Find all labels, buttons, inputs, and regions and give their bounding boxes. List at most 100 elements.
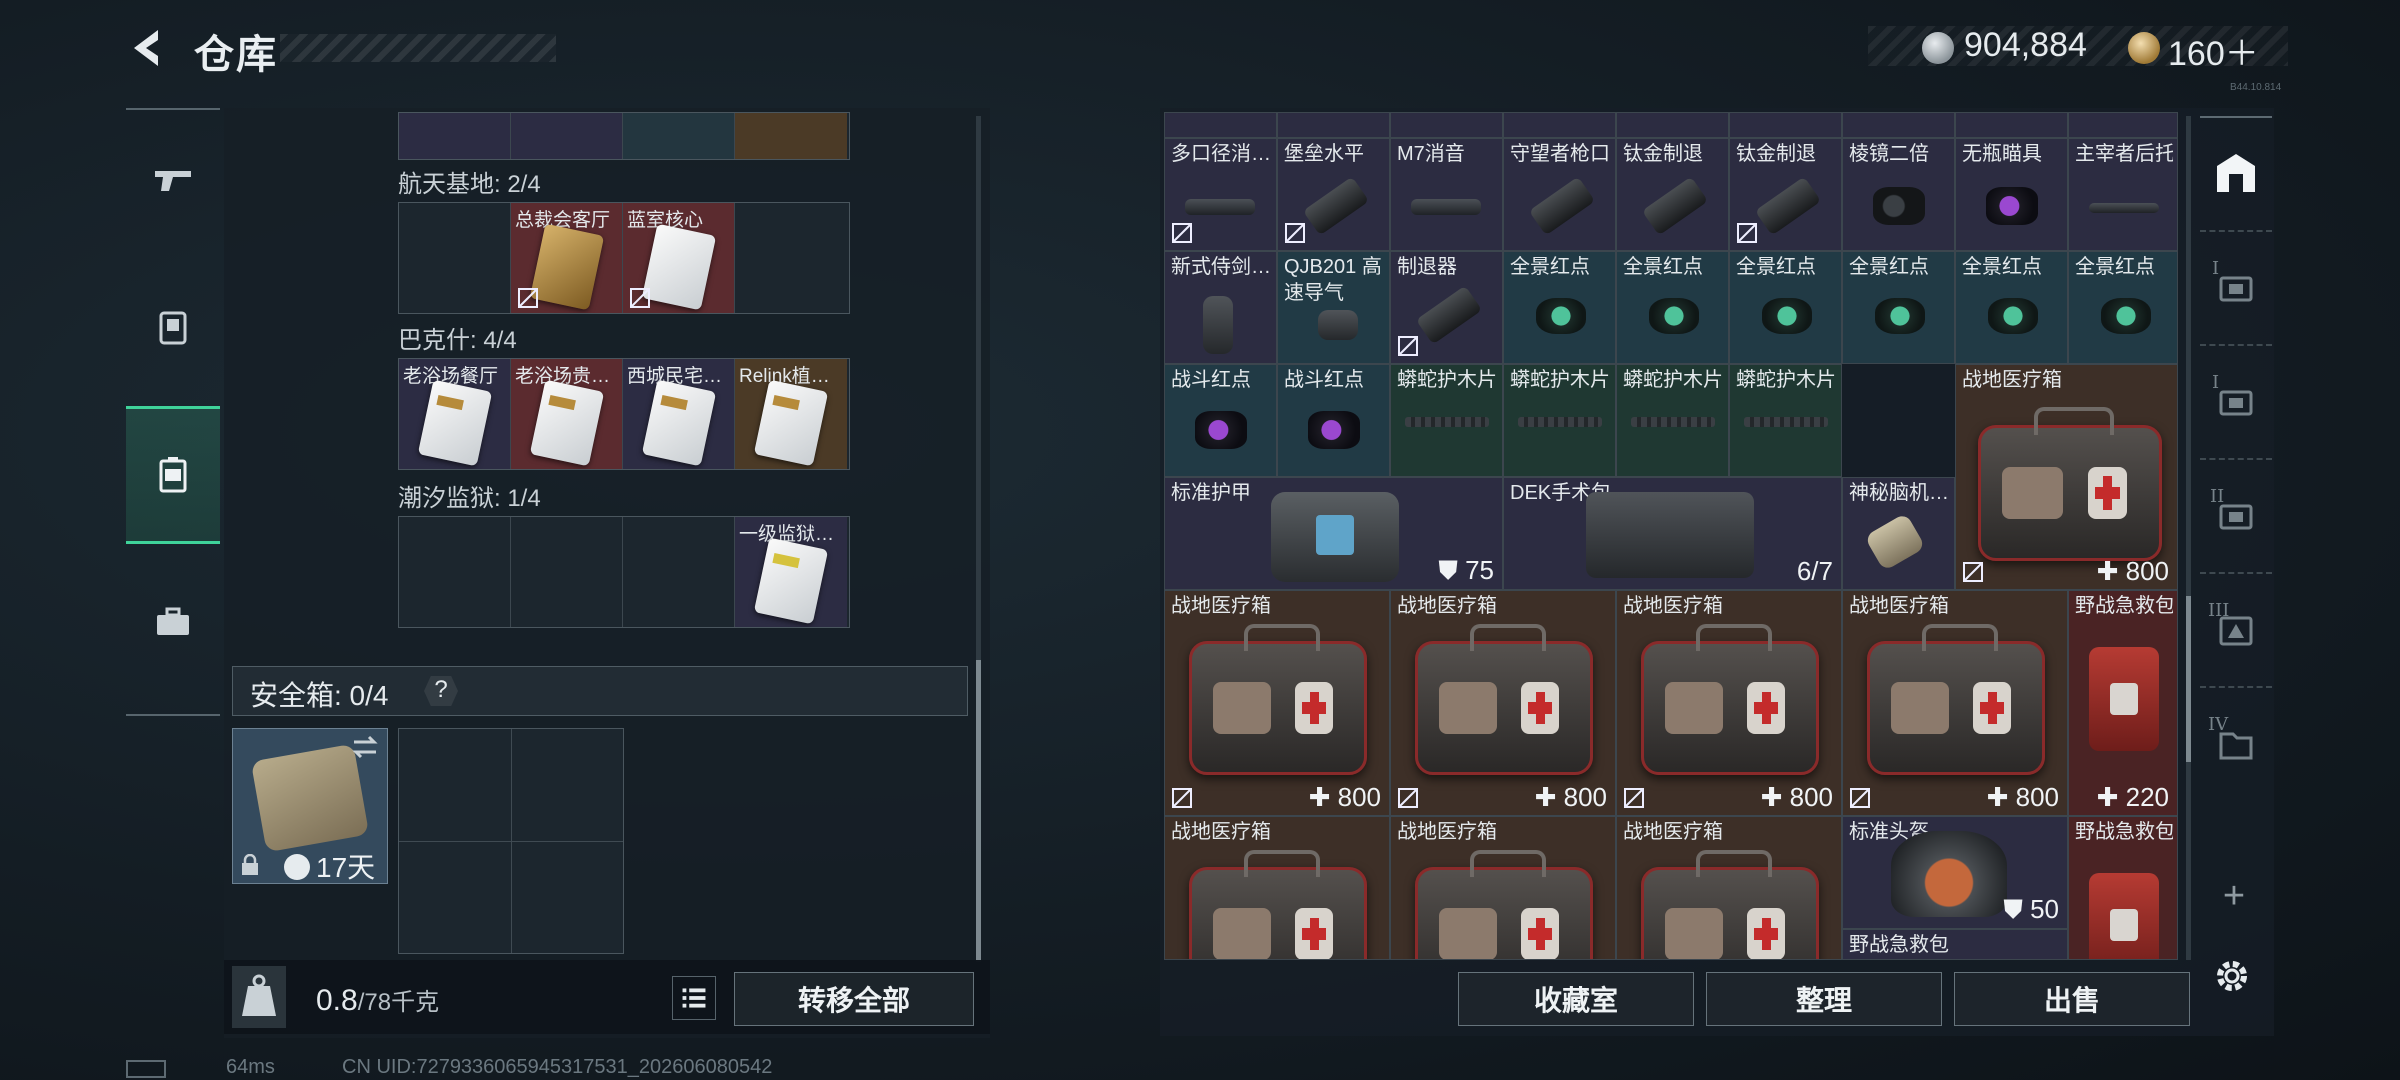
card-slot-empty[interactable]	[399, 203, 511, 313]
item-slot[interactable]: 蟒蛇护木片	[1616, 364, 1729, 477]
nav-weapons-tab[interactable]	[126, 110, 220, 248]
tab-numeral: II	[2210, 486, 2225, 507]
card-slot[interactable]	[735, 113, 847, 159]
card-slot-empty[interactable]	[623, 517, 735, 627]
item-slot[interactable]	[1277, 112, 1390, 138]
warehouse-page-tabs: I I II III IV	[2200, 112, 2272, 960]
item-slot-large[interactable]: 战地医疗箱	[1164, 816, 1390, 960]
item-slot[interactable]	[1164, 112, 1277, 138]
item-slot-wide[interactable]: 野战急救包	[1842, 929, 2068, 960]
item-slot[interactable]	[1729, 112, 1842, 138]
warehouse-scrollbar-track[interactable]	[2186, 116, 2191, 960]
organize-button[interactable]: 整理	[1706, 972, 1942, 1026]
item-slot[interactable]: 全景红点	[1955, 251, 2068, 364]
medical-kit-image	[1415, 623, 1593, 775]
card-slot[interactable]: 总裁会客厅	[511, 203, 623, 313]
card-slot-empty[interactable]	[511, 517, 623, 627]
item-slot[interactable]: 制退器	[1390, 251, 1503, 364]
item-slot[interactable]	[1616, 112, 1729, 138]
item-slot[interactable]	[1842, 112, 1955, 138]
medical-kit-image	[1641, 623, 1819, 775]
item-slot[interactable]: 无瓶瞄具	[1955, 138, 2068, 251]
item-slot[interactable]: 棱镜二倍	[1842, 138, 1955, 251]
card-slot[interactable]: 一级监狱…	[735, 517, 847, 627]
item-slot[interactable]	[1390, 112, 1503, 138]
item-label: 蟒蛇护木片	[1397, 369, 1497, 391]
warehouse-scrollbar-thumb[interactable]	[2186, 596, 2191, 762]
item-slot-wide[interactable]: 标准护甲 ⛊ 75	[1164, 477, 1503, 590]
help-button[interactable]: ?	[424, 676, 458, 706]
medical-kit-image	[1415, 849, 1593, 959]
card-slot[interactable]: 老浴场贵…	[511, 359, 623, 469]
card-slot[interactable]	[623, 113, 735, 159]
item-slot[interactable]: 全景红点	[2068, 251, 2178, 364]
card-slot[interactable]	[511, 113, 623, 159]
item-slot-wide[interactable]: 标准头盔 ⛊ 50	[1842, 816, 2068, 929]
item-slot-large[interactable]: 战地医疗箱 ✚ 800	[1842, 590, 2068, 816]
card-row-aerospace: 总裁会客厅 蓝室核心	[398, 202, 850, 314]
transfer-all-button[interactable]: 转移全部	[734, 972, 974, 1026]
item-slot[interactable]: 主宰者后托	[2068, 138, 2178, 251]
collection-room-button[interactable]: 收藏室	[1458, 972, 1694, 1026]
tab-warehouse-4[interactable]: III	[2200, 572, 2272, 684]
item-slot[interactable]: 堡垒水平	[1277, 138, 1390, 251]
item-slot[interactable]	[2068, 112, 2178, 138]
item-slot[interactable]: 蟒蛇护木片	[1729, 364, 1842, 477]
item-slot[interactable]: M7消音	[1390, 138, 1503, 251]
swap-icon[interactable]	[350, 732, 380, 762]
item-slot-tall[interactable]: 野战急救包 ✚ 220	[2068, 590, 2178, 816]
back-arrow-icon[interactable]	[124, 24, 172, 72]
item-slot[interactable]	[1955, 112, 2068, 138]
card-slot[interactable]: 蓝室核心	[623, 203, 735, 313]
item-slot-large[interactable]: 战地医疗箱	[1616, 816, 1842, 960]
item-slot[interactable]: 战斗红点	[1277, 364, 1390, 477]
item-slot[interactable]: 钛金制退	[1616, 138, 1729, 251]
item-slot-large[interactable]: 战地医疗箱 ✚ 800	[1164, 590, 1390, 816]
item-slot[interactable]: 全景红点	[1503, 251, 1616, 364]
nav-toolbox-tab[interactable]	[126, 554, 220, 692]
gold-amount-topup[interactable]: 160＋	[2168, 26, 2259, 75]
tab-warehouse-3[interactable]: II	[2200, 458, 2272, 570]
nav-container-tab[interactable]	[126, 406, 220, 544]
card-slot[interactable]	[399, 113, 511, 159]
item-slot[interactable]: 新式侍剑…	[1164, 251, 1277, 364]
item-slot[interactable]: 钛金制退	[1729, 138, 1842, 251]
item-slot[interactable]: 蟒蛇护木片	[1503, 364, 1616, 477]
item-slot[interactable]: QJB201 高速导气	[1277, 251, 1390, 364]
safe-box-grid[interactable]	[398, 728, 624, 954]
no-discard-icon	[1285, 223, 1305, 243]
keycard-image	[529, 379, 605, 467]
list-view-button[interactable]	[672, 976, 716, 1020]
tab-warehouse-5[interactable]: IV	[2200, 686, 2272, 798]
item-slot[interactable]: 全景红点	[1842, 251, 1955, 364]
nav-keycard-tab[interactable]	[126, 258, 220, 396]
item-slot-wide[interactable]: DEK手术包 6/7	[1503, 477, 1842, 590]
item-slot-large[interactable]: 战地医疗箱 ✚ 800	[1616, 590, 1842, 816]
item-slot[interactable]: 全景红点	[1729, 251, 1842, 364]
sell-button[interactable]: 出售	[1954, 972, 2190, 1026]
item-slot[interactable]: 守望者枪口	[1503, 138, 1616, 251]
item-slot[interactable]	[1503, 112, 1616, 138]
card-slot[interactable]: Relink植…	[735, 359, 847, 469]
add-page-button[interactable]: +	[2214, 876, 2254, 916]
tab-warehouse-2[interactable]: I	[2200, 344, 2272, 456]
item-slot-large[interactable]: 战地医疗箱 ✚ 800	[1390, 590, 1616, 816]
item-slot-large[interactable]: 战地医疗箱 ✚ 800	[1955, 364, 2178, 590]
card-slot[interactable]: 老浴场餐厅	[399, 359, 511, 469]
item-label: 守望者枪口	[1510, 143, 1610, 165]
item-slot[interactable]: 多口径消…	[1164, 138, 1277, 251]
item-slot[interactable]: 战斗红点	[1164, 364, 1277, 477]
keycard-case-icon	[159, 311, 187, 345]
item-slot[interactable]: 蟒蛇护木片	[1390, 364, 1503, 477]
tab-all-warehouse[interactable]	[2200, 116, 2272, 228]
item-slot-large[interactable]: 战地医疗箱	[1390, 816, 1616, 960]
item-slot[interactable]: 全景红点	[1616, 251, 1729, 364]
item-slot[interactable]: 神秘脑机…	[1842, 477, 1955, 590]
card-slot-empty[interactable]	[399, 517, 511, 627]
card-slot-empty[interactable]	[735, 203, 847, 313]
card-slot[interactable]: 西城民宅…	[623, 359, 735, 469]
item-slot-tall[interactable]: 野战急救包	[2068, 816, 2178, 960]
tab-warehouse-1[interactable]: I	[2200, 230, 2272, 342]
stash-scrollbar-thumb[interactable]	[976, 660, 981, 960]
gear-icon[interactable]	[2210, 954, 2254, 998]
